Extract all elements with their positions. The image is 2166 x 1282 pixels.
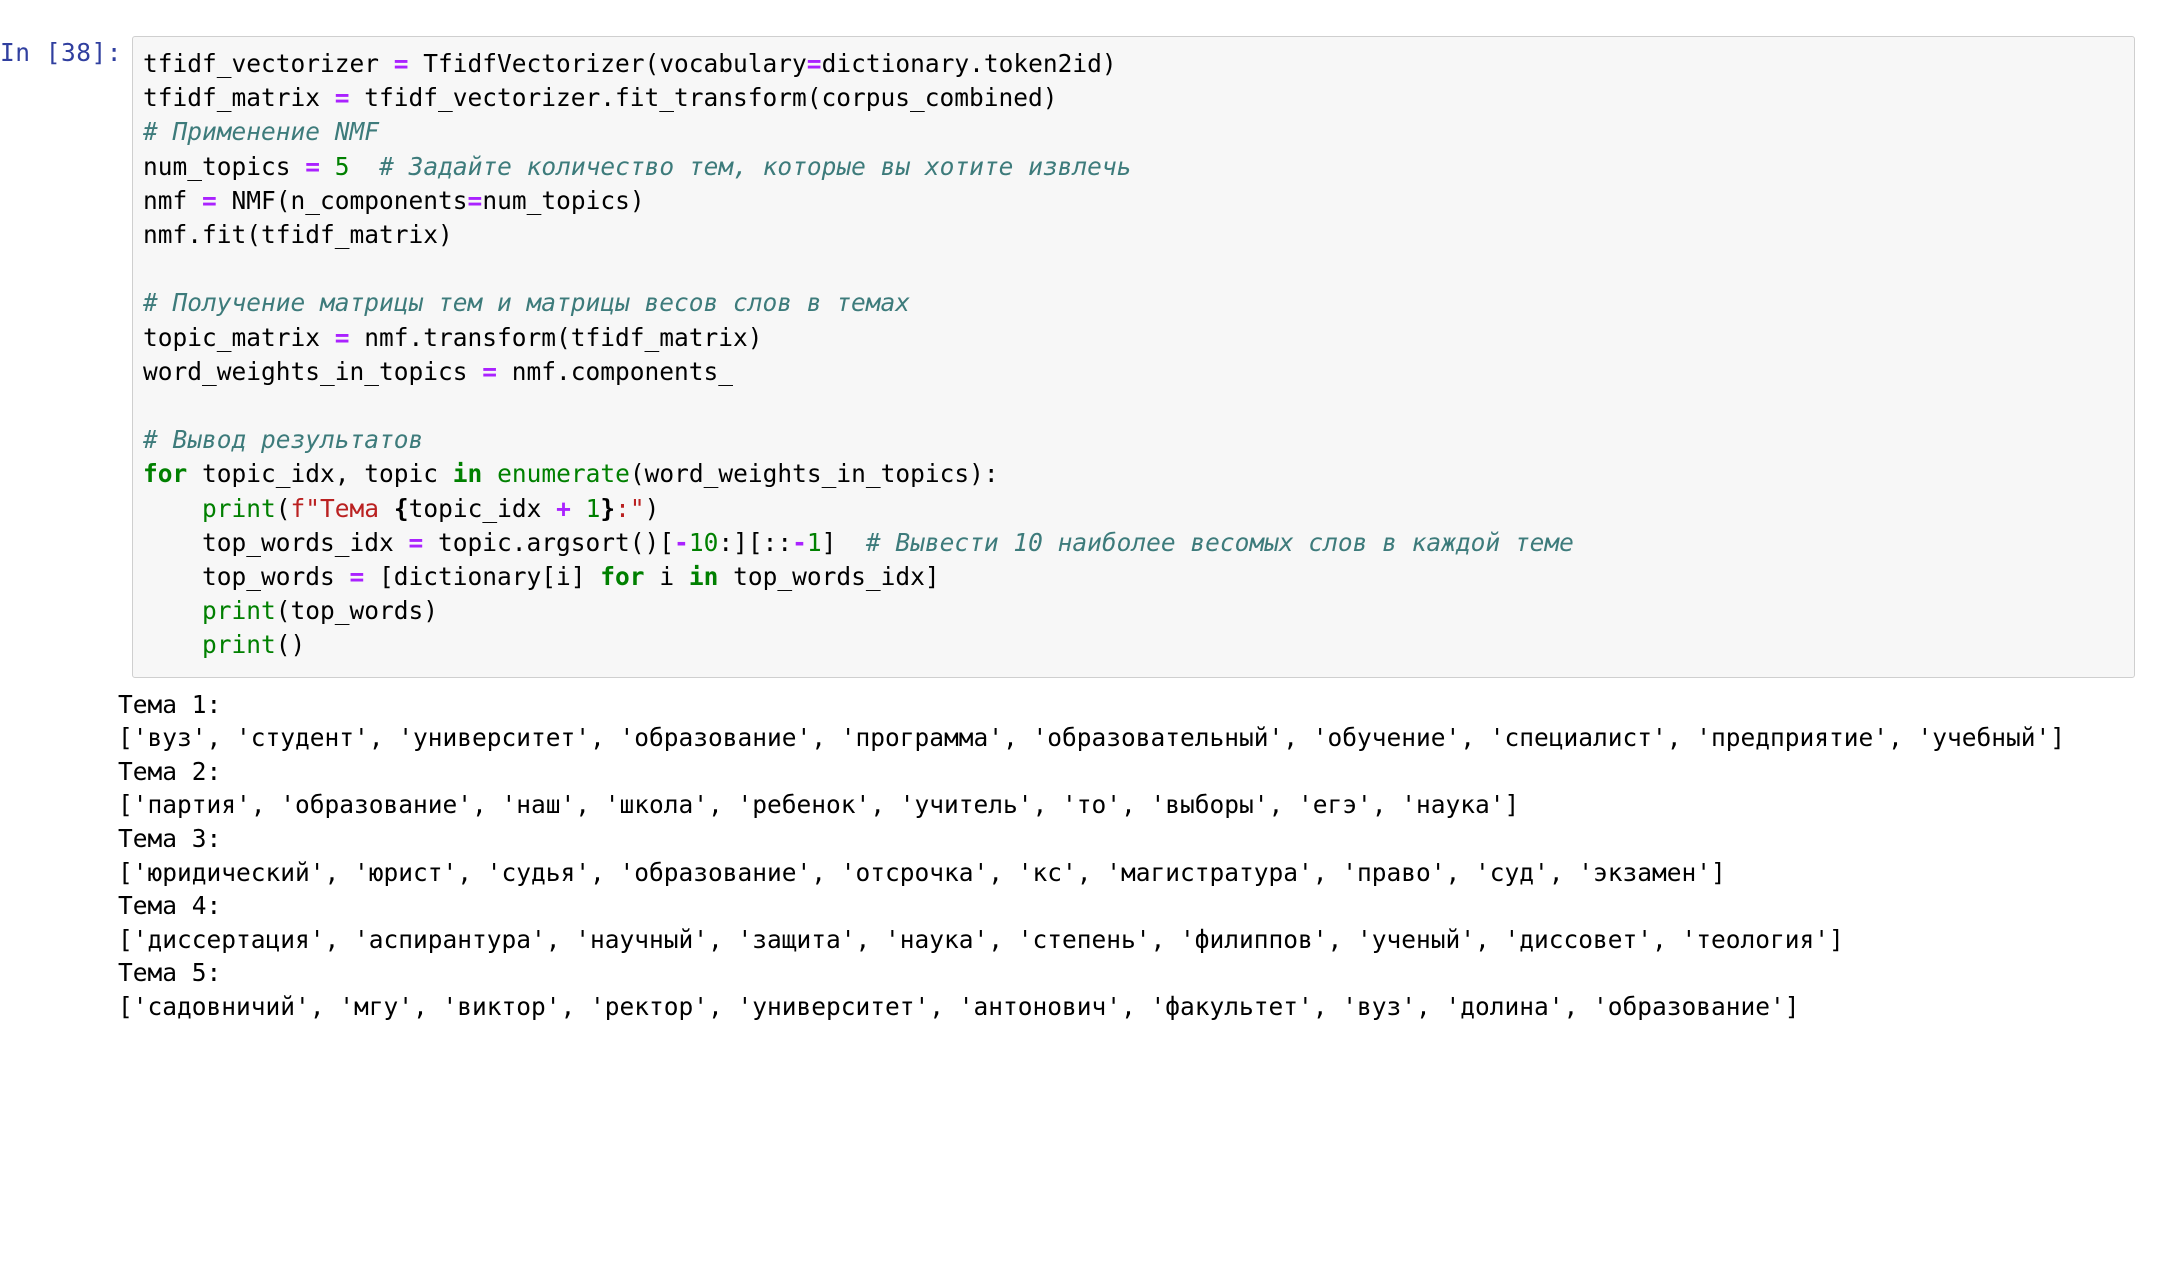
code-token: num_topics) <box>482 185 645 215</box>
code-token: nmf.transform(tfidf_matrix) <box>349 322 763 352</box>
topic-word-list: ['садовничий', 'мгу', 'виктор', 'ректор'… <box>118 992 1800 1021</box>
cell-output: Тема 1: ['вуз', 'студент', 'университет',… <box>118 678 2146 1024</box>
code-token: (word_weights_in_topics): <box>629 459 999 489</box>
code-token: [dictionary[i] <box>364 562 601 592</box>
topic-word-list: ['юридический', 'юрист', 'судья', 'образ… <box>118 857 1726 887</box>
code-token: NMF(n_components <box>216 185 468 215</box>
code-token: = <box>806 49 822 78</box>
code-token: # Вывести 10 наиболее весомых слов в каж… <box>865 527 1574 557</box>
code-token: = <box>202 185 217 215</box>
code-token: nmf <box>143 185 203 215</box>
code-token: print <box>202 596 276 626</box>
topic-result-block: Тема 4: ['диссертация', 'аспирантура', 'н… <box>118 889 2146 956</box>
code-token: dictionary.token2id) <box>821 49 1117 78</box>
code-token: topic_idx, topic <box>187 459 453 489</box>
code-token: tfidf_vectorizer.fit_transform(corpus_co… <box>349 83 1058 113</box>
code-token: top_words_idx <box>143 527 409 557</box>
code-token: = <box>334 83 350 113</box>
code-token: in <box>688 562 719 592</box>
code-token: for <box>143 459 188 489</box>
code-token: = <box>349 562 365 592</box>
code-token: # Вывод результатов <box>143 425 424 455</box>
code-token: nmf.components_ <box>497 356 734 386</box>
code-token: () <box>275 630 306 660</box>
code-token: f"Тема <box>290 493 394 523</box>
topic-word-list: ['вуз', 'студент', 'университет', 'образ… <box>118 723 2066 753</box>
code-token: tfidf_matrix <box>143 83 335 113</box>
code-token: { <box>393 493 409 523</box>
code-token: ( <box>275 493 291 523</box>
code-token: topic.argsort()[ <box>423 527 675 557</box>
code-token: 10 <box>688 527 719 557</box>
topic-result-block: Тема 1: ['вуз', 'студент', 'университет',… <box>118 688 2146 755</box>
code-token: # Применение NMF <box>143 117 380 147</box>
code-token: 1 <box>806 527 822 557</box>
topic-result-block: Тема 3: ['юридический', 'юрист', 'судья',… <box>118 822 2146 889</box>
code-token: # Задайте количество тем, которые вы хот… <box>379 151 1132 181</box>
code-token: = <box>408 527 424 557</box>
code-token: - <box>792 527 807 557</box>
topic-result-block: Тема 5: ['садовничий', 'мгу', 'виктор', '… <box>118 956 2146 1023</box>
code-token: 1 <box>585 493 601 523</box>
topic-title: Тема 1: <box>118 689 222 719</box>
notebook-cell-container: In [38]: tfidf_vectorizer = TfidfVectori… <box>0 0 2166 1282</box>
code-token: enumerate <box>497 459 630 489</box>
stdout-text: Тема 1: ['вуз', 'студент', 'университет',… <box>118 688 2146 1024</box>
code-token: - <box>674 527 689 557</box>
topic-result-block: Тема 2: ['партия', 'образование', 'наш', … <box>118 755 2146 822</box>
code-token: word_weights_in_topics <box>143 356 483 386</box>
source-code[interactable]: tfidf_vectorizer = TfidfVectorizer(vocab… <box>143 47 2126 663</box>
topic-title: Тема 5: <box>118 958 222 988</box>
code-token: = <box>393 49 409 78</box>
topic-title: Тема 3: <box>118 824 222 854</box>
code-token: print <box>202 493 276 523</box>
code-token: ) <box>644 493 660 523</box>
code-token: top_words <box>143 562 350 592</box>
code-token: :][:: <box>718 527 793 557</box>
code-token: = <box>334 322 350 352</box>
topic-title: Тема 4: <box>118 891 222 921</box>
code-token: topic_idx <box>408 493 557 523</box>
code-token: topic_matrix <box>143 322 335 352</box>
topic-word-list: ['диссертация', 'аспирантура', 'научный'… <box>118 924 1844 954</box>
code-token: = <box>467 185 483 215</box>
topic-word-list: ['партия', 'образование', 'наш', 'школа'… <box>118 790 1520 820</box>
code-token: + <box>556 493 571 523</box>
topic-title: Тема 2: <box>118 756 222 786</box>
code-token: i <box>644 562 689 592</box>
code-token: top_words_idx] <box>718 562 940 592</box>
code-token: in <box>452 459 483 489</box>
input-prompt-label: In [38]: <box>0 38 123 67</box>
code-token: print <box>202 630 276 660</box>
code-token: TfidfVectorizer(vocabulary <box>408 49 807 78</box>
code-token: for <box>600 562 645 592</box>
code-token: # Получение матрицы тем и матрицы весов … <box>143 288 911 318</box>
code-token: nmf.fit(tfidf_matrix) <box>143 220 453 250</box>
code-token: } <box>600 493 616 523</box>
code-token: = <box>482 356 498 386</box>
code-token: ] <box>821 527 866 557</box>
code-token: 5 <box>334 151 350 181</box>
code-token: = <box>305 151 321 181</box>
code-editor[interactable]: tfidf_vectorizer = TfidfVectorizer(vocab… <box>132 36 2135 678</box>
code-token: tfidf_vectorizer <box>143 49 394 78</box>
code-token: (top_words) <box>275 596 439 626</box>
code-token: num_topics <box>143 151 306 181</box>
input-cell-row: In [38]: tfidf_vectorizer = TfidfVectori… <box>0 0 2166 678</box>
output-cell-row: Тема 1: ['вуз', 'студент', 'университет',… <box>0 678 2166 1024</box>
code-token: :" <box>615 493 645 523</box>
